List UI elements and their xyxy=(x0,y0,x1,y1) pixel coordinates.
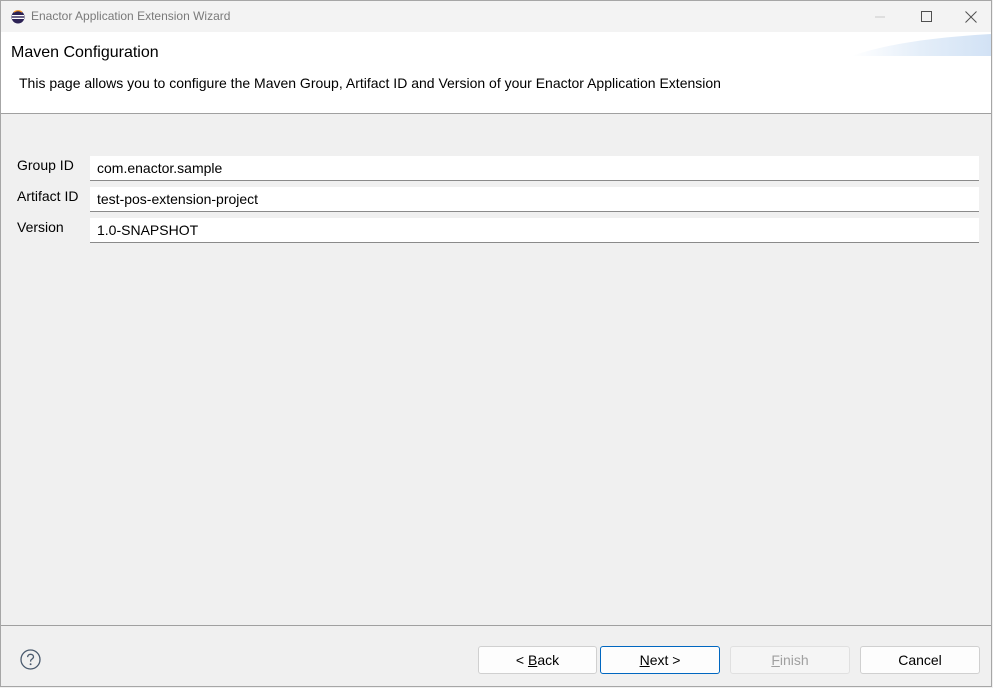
banner-graphic xyxy=(851,34,991,56)
back-button-label: ack xyxy=(537,652,560,668)
close-icon xyxy=(965,10,977,23)
next-button[interactable]: Next > xyxy=(600,646,720,674)
back-button[interactable]: < Back xyxy=(478,646,597,674)
cancel-button-label: Cancel xyxy=(898,652,942,668)
version-label: Version xyxy=(17,219,64,235)
finish-button-label: inish xyxy=(779,652,809,668)
minimize-icon xyxy=(875,16,885,17)
help-icon[interactable] xyxy=(20,649,41,670)
close-button[interactable] xyxy=(948,1,991,32)
maximize-icon xyxy=(920,11,932,22)
minimize-button[interactable] xyxy=(857,1,903,32)
finish-button[interactable]: Finish xyxy=(730,646,850,674)
footer-divider xyxy=(1,625,991,626)
group-id-label: Group ID xyxy=(17,157,74,173)
artifact-id-field[interactable] xyxy=(90,187,979,212)
back-button-mnemonic: B xyxy=(527,652,538,668)
finish-button-mnemonic: F xyxy=(771,652,780,668)
next-button-mnemonic: N xyxy=(639,652,650,668)
page-description: This page allows you to configure the Ma… xyxy=(19,75,721,91)
wizard-header: Maven Configuration This page allows you… xyxy=(1,32,991,114)
cancel-button[interactable]: Cancel xyxy=(860,646,980,674)
title-bar[interactable]: Enactor Application Extension Wizard xyxy=(1,1,991,32)
wizard-window: Enactor Application Extension Wizard Mav… xyxy=(0,0,992,687)
back-button-prefix: < xyxy=(515,652,528,668)
page-title: Maven Configuration xyxy=(11,44,159,61)
maximize-button[interactable] xyxy=(903,1,949,32)
version-field[interactable] xyxy=(90,218,979,243)
window-title: Enactor Application Extension Wizard xyxy=(31,9,231,23)
eclipse-icon xyxy=(11,10,25,24)
group-id-field[interactable] xyxy=(90,156,979,181)
artifact-id-label: Artifact ID xyxy=(17,188,79,204)
next-button-label: ext > xyxy=(649,652,681,668)
